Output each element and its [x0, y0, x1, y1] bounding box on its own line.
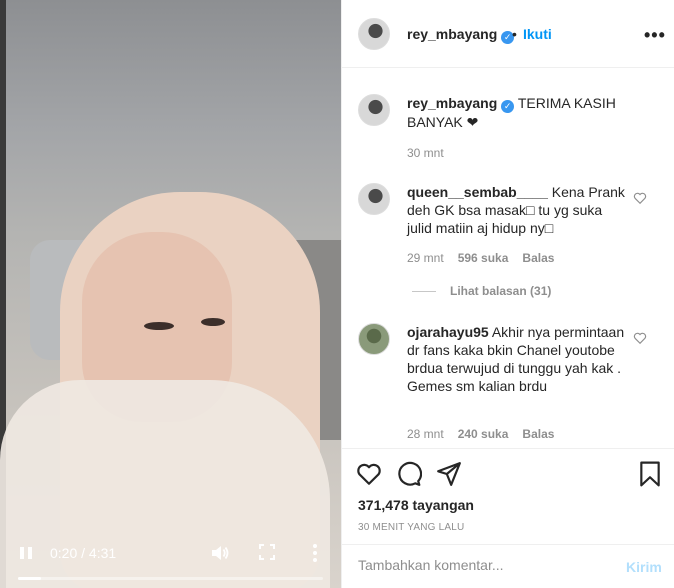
caption-username[interactable]: rey_mbayang: [407, 95, 497, 111]
header-dot: •: [512, 26, 517, 42]
video-player[interactable]: 0:20 / 4:31: [0, 0, 341, 588]
instagram-post-view: 0:20 / 4:31 rey_mbayang ✓ • Ikuti ••• re…: [0, 0, 674, 588]
view-count[interactable]: 371,478 tayangan: [358, 497, 474, 513]
video-progress-fill: [18, 577, 41, 580]
caption: rey_mbayang ✓ TERIMA KASIH BANYAK ❤: [407, 94, 622, 131]
comment-time: 28 mnt: [407, 427, 444, 441]
duration: 4:31: [88, 545, 117, 561]
caption-avatar[interactable]: [358, 94, 390, 126]
header-user: rey_mbayang ✓: [407, 26, 515, 44]
comment-input[interactable]: [358, 557, 608, 573]
comment-meta: 29 mnt 596 suka Balas: [407, 251, 554, 265]
time-separator: /: [81, 545, 86, 561]
video-progress-bar[interactable]: [18, 577, 323, 580]
heart-icon[interactable]: [356, 461, 382, 487]
post-timestamp: 30 MENIT YANG LALU: [358, 522, 465, 533]
reply-button[interactable]: Balas: [522, 427, 554, 441]
share-icon[interactable]: [436, 461, 462, 487]
post-comment-button[interactable]: Kirim: [626, 559, 662, 575]
comment-item: ojarahayu95 Akhir nya permintaan dr fans…: [407, 323, 627, 395]
more-options-icon[interactable]: •••: [644, 25, 666, 46]
comment-avatar[interactable]: [358, 183, 390, 215]
comment-avatar[interactable]: [358, 323, 390, 355]
post-details-panel: rey_mbayang ✓ • Ikuti ••• rey_mbayang ✓ …: [341, 0, 674, 588]
like-comment-icon[interactable]: [633, 191, 647, 205]
like-comment-icon[interactable]: [633, 331, 647, 345]
comment-icon[interactable]: [396, 461, 422, 487]
current-time: 0:20: [50, 545, 78, 561]
bookmark-icon[interactable]: [637, 461, 663, 487]
video-controls: 0:20 / 4:31: [0, 535, 341, 588]
video-time: 0:20 / 4:31: [50, 545, 116, 561]
post-actions: 371,478 tayangan 30 MENIT YANG LALU Kiri…: [342, 448, 674, 588]
comment-likes[interactable]: 240 suka: [458, 427, 509, 441]
caption-time: 30 mnt: [407, 146, 444, 160]
add-comment-bar: Kirim: [342, 544, 674, 588]
video-person-eye: [201, 318, 225, 326]
avatar[interactable]: [358, 18, 390, 50]
comment-likes[interactable]: 596 suka: [458, 251, 509, 265]
pause-icon[interactable]: [18, 545, 34, 561]
volume-icon[interactable]: [210, 543, 230, 563]
comment-meta: 28 mnt 240 suka Balas: [407, 427, 554, 441]
fullscreen-icon[interactable]: [259, 544, 275, 560]
comment-time: 29 mnt: [407, 251, 444, 265]
view-replies-label: Lihat balasan (31): [450, 284, 552, 298]
comment-item: queen__sembab____ Kena Prank deh GK bsa …: [407, 183, 627, 237]
header-username[interactable]: rey_mbayang: [407, 26, 497, 42]
verified-badge-icon: ✓: [501, 100, 515, 113]
comment-username[interactable]: ojarahayu95: [407, 324, 489, 340]
reply-button[interactable]: Balas: [522, 251, 554, 265]
comment-username[interactable]: queen__sembab____: [407, 184, 548, 200]
video-person-eye: [144, 322, 174, 330]
replies-divider: [412, 291, 436, 293]
follow-button[interactable]: Ikuti: [523, 26, 552, 42]
post-header: rey_mbayang ✓ • Ikuti •••: [342, 0, 674, 68]
view-replies-button[interactable]: Lihat balasan (31): [412, 284, 551, 298]
video-options-icon[interactable]: [311, 543, 319, 563]
